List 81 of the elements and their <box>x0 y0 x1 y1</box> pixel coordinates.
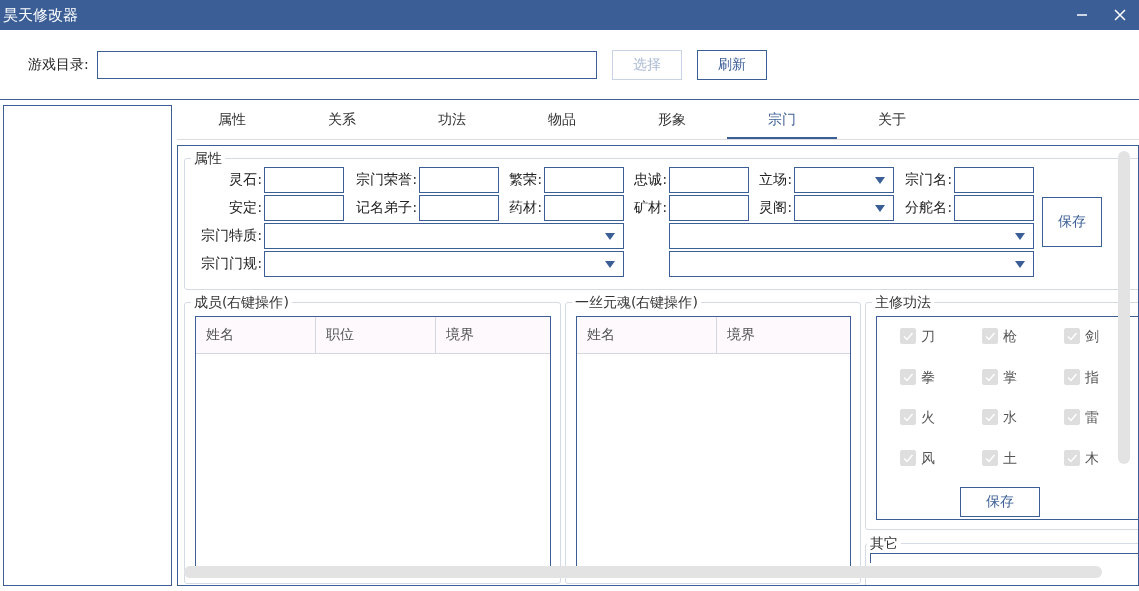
horizontal-scrollbar[interactable] <box>184 566 1102 578</box>
checkbox-label: 火 <box>921 409 935 426</box>
text-field[interactable] <box>954 195 1034 221</box>
checkbox-label: 木 <box>1085 449 1099 467</box>
checkbox-label: 水 <box>1003 409 1017 426</box>
field-label: 矿材: <box>634 199 667 217</box>
caret-icon <box>605 260 615 268</box>
tab[interactable]: 宗门 <box>727 102 837 139</box>
field-label: 灵阁: <box>759 199 792 217</box>
tab[interactable]: 属性 <box>177 102 287 139</box>
group-title: 主修功法 <box>874 294 932 310</box>
text-field[interactable] <box>954 167 1034 193</box>
field-label: 忠诚: <box>634 171 667 189</box>
checkbox-label: 剑 <box>1085 328 1099 345</box>
field-label: 安定: <box>229 199 262 217</box>
checkbox-label: 土 <box>1003 449 1017 467</box>
directory-field[interactable] <box>97 50 597 79</box>
field-label: 立场: <box>759 171 792 189</box>
checkbox-label: 拳 <box>921 368 935 386</box>
checkbox-label: 指 <box>1085 368 1099 386</box>
column-header[interactable]: 姓名 <box>577 317 717 353</box>
field-label: 游戏目录: <box>28 55 90 74</box>
field-label: 宗门荣誉: <box>356 171 417 189</box>
caret-icon <box>875 204 885 212</box>
column-header[interactable]: 职位 <box>316 317 436 353</box>
field-label: 宗门门规: <box>201 255 262 273</box>
field-label: 繁荣: <box>509 171 542 189</box>
dropdown-field[interactable] <box>794 167 894 193</box>
text-field[interactable] <box>544 195 624 221</box>
group-title: 其它 <box>869 535 899 551</box>
caret-icon <box>1015 232 1025 240</box>
tab[interactable]: 关系 <box>287 102 397 139</box>
text-field[interactable] <box>419 167 499 193</box>
checkbox-label: 刀 <box>921 328 935 345</box>
tab[interactable]: 功法 <box>397 102 507 139</box>
text-field[interactable] <box>264 167 344 193</box>
dropdown-field[interactable] <box>264 223 624 249</box>
caret-icon <box>1015 260 1025 268</box>
text-field[interactable] <box>419 195 499 221</box>
dropdown-field[interactable] <box>794 195 894 221</box>
save-button[interactable]: 保存 <box>1042 197 1102 247</box>
window-title: 昊天修改器 <box>3 5 79 25</box>
text-area[interactable] <box>870 553 1138 563</box>
tab[interactable]: 形象 <box>617 102 727 139</box>
check-icon <box>1066 411 1078 423</box>
group-title: 属性 <box>193 150 223 166</box>
text-field[interactable] <box>264 195 344 221</box>
group-title: 成员(右键操作) <box>193 294 290 310</box>
refresh-button[interactable]: 刷新 <box>697 49 767 80</box>
close-icon[interactable] <box>1113 8 1127 22</box>
vertical-scrollbar[interactable] <box>1118 151 1130 464</box>
text-field[interactable] <box>669 167 749 193</box>
field-label: 灵石: <box>229 171 262 189</box>
check-icon <box>984 330 996 342</box>
tab[interactable]: 关于 <box>837 102 947 139</box>
column-header[interactable]: 姓名 <box>196 317 316 353</box>
field-label: 宗门名: <box>905 171 952 189</box>
field-label: 分舵名: <box>905 199 952 217</box>
check-icon <box>902 330 914 342</box>
text-field[interactable] <box>669 195 749 221</box>
caret-icon <box>875 176 885 184</box>
save-button[interactable]: 保存 <box>960 487 1040 517</box>
group-title: 一丝元魂(右键操作) <box>574 294 699 310</box>
field-label: 宗门特质: <box>201 227 262 245</box>
field-label: 药材: <box>509 199 542 217</box>
field-label: 记名弟子: <box>356 199 417 217</box>
dropdown-field[interactable] <box>669 223 1034 249</box>
column-header[interactable]: 境界 <box>717 317 850 353</box>
dropdown-field[interactable] <box>669 251 1034 277</box>
text-field[interactable] <box>544 167 624 193</box>
dropdown-field[interactable] <box>264 251 624 277</box>
checkbox-label: 枪 <box>1003 328 1017 345</box>
check-icon <box>984 411 996 423</box>
check-icon <box>1066 330 1078 342</box>
caret-icon <box>605 232 615 240</box>
column-header[interactable]: 境界 <box>436 317 550 353</box>
checkbox-label: 掌 <box>1003 368 1017 386</box>
checkbox-label: 风 <box>921 449 935 467</box>
check-icon <box>902 411 914 423</box>
tab[interactable]: 物品 <box>507 102 617 139</box>
checkbox-label: 雷 <box>1085 409 1099 426</box>
